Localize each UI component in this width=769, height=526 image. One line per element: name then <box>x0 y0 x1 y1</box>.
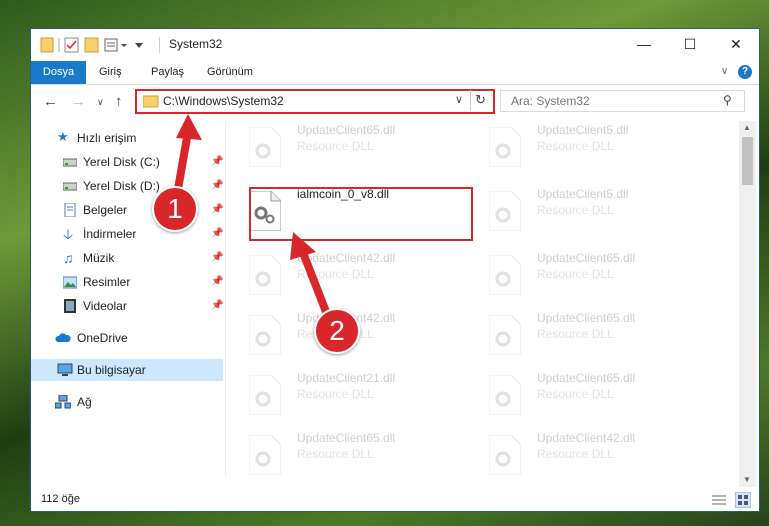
step-1-badge: 1 <box>152 186 198 232</box>
step-2-badge: 2 <box>314 308 360 354</box>
annotation-arrows <box>171 114 334 326</box>
